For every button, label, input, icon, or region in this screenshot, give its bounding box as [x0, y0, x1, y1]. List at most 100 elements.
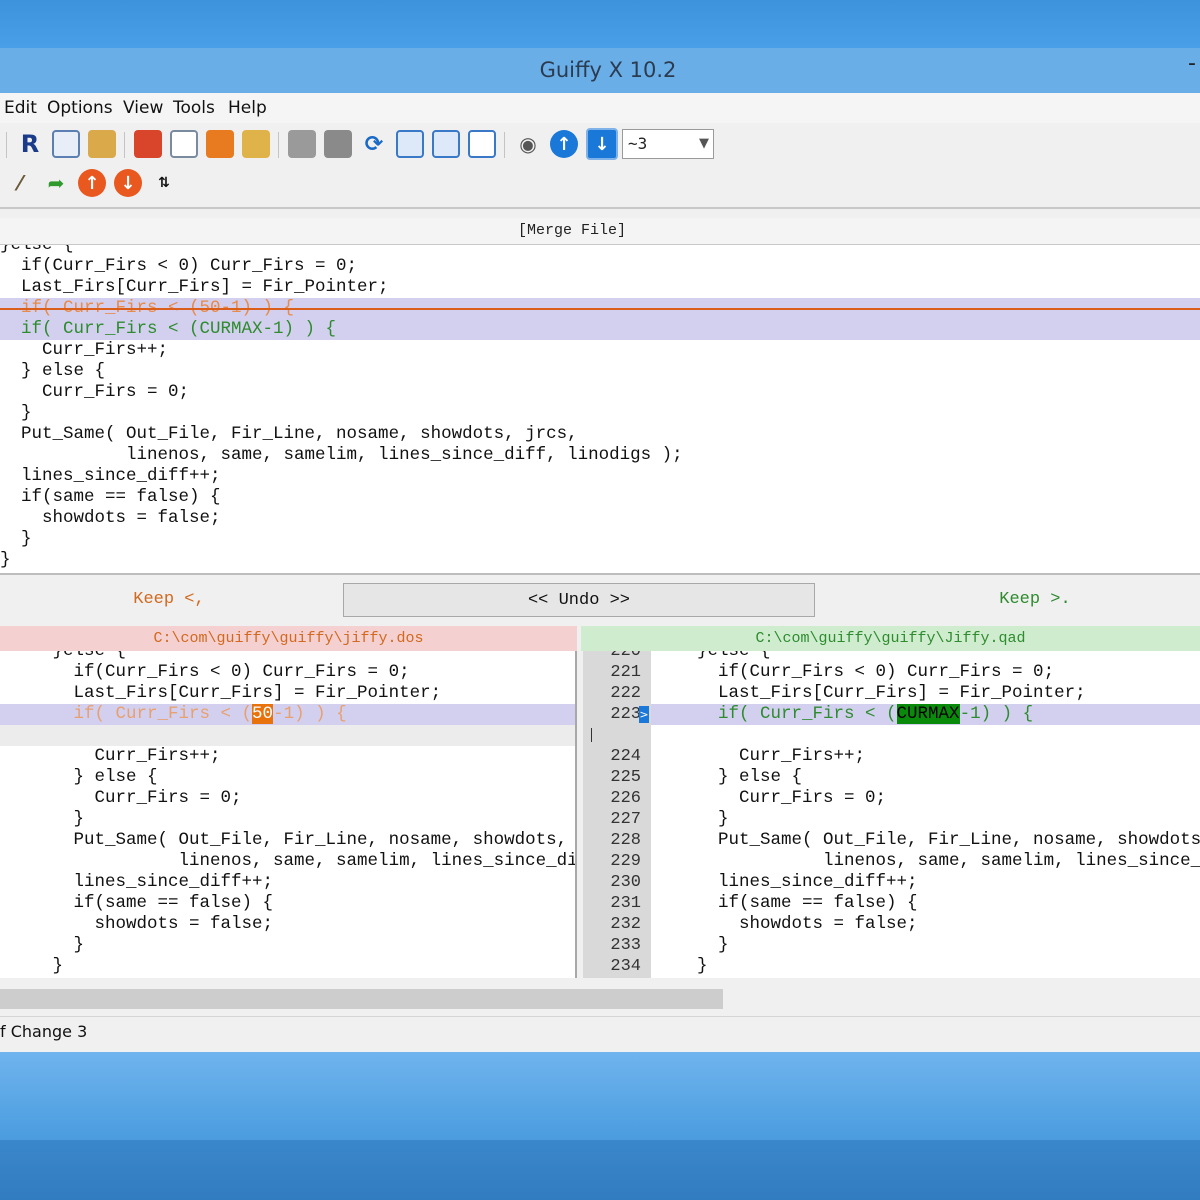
- right-changed-line: if( Curr_Firs < (CURMAX-1) ) {: [651, 704, 1200, 725]
- code-line: Curr_Firs = 0;: [0, 788, 242, 808]
- merged-change-line: if( Curr_Firs < (CURMAX-1) ) {: [0, 319, 1200, 340]
- code-line: }: [0, 809, 85, 829]
- minimize-button[interactable]: -: [1188, 53, 1200, 76]
- code-line: Curr_Firs = 0;: [0, 382, 190, 402]
- toolbar-separator: [6, 132, 7, 158]
- code-line: if(Curr_Firs < 0) Curr_Firs = 0;: [655, 662, 1055, 682]
- next-change-icon[interactable]: [324, 130, 352, 158]
- taskbar: [0, 1140, 1200, 1200]
- code-line: linenos, same, samelim, lines_since_diff: [655, 851, 1200, 871]
- merge-action-bar: Keep <, << Undo >> Keep >.: [0, 578, 1200, 618]
- change-suffix: -1) ) {: [273, 704, 347, 724]
- code-line: lines_since_diff++;: [0, 872, 274, 892]
- menu-help[interactable]: Help: [228, 93, 267, 123]
- folder-compare-icon[interactable]: [242, 130, 270, 158]
- status-text: f Change 3: [0, 1022, 88, 1041]
- sort-icon[interactable]: ⇅: [150, 169, 178, 197]
- merge-file-header: [Merge File]: [0, 218, 1200, 245]
- code-line: }: [0, 550, 11, 570]
- line-number: 222: [610, 684, 641, 703]
- code-line: lines_since_diff++;: [0, 466, 221, 486]
- down-circle-icon[interactable]: ↓: [114, 169, 142, 197]
- copy-icon[interactable]: [52, 130, 80, 158]
- code-line: Put_Same( Out_File, Fir_Line, nosame, sh…: [655, 830, 1200, 850]
- layout-vertical-icon[interactable]: [396, 130, 424, 158]
- current-change-marker-icon: >: [639, 706, 649, 723]
- code-line: if(same == false) {: [0, 893, 274, 913]
- code-line: }: [0, 529, 32, 549]
- layout-single-icon[interactable]: [468, 130, 496, 158]
- window-title: Guiffy X 10.2: [539, 58, 677, 82]
- right-file-pane[interactable]: 220 221 222 223 > 224 225 226 227 228 22…: [583, 651, 1200, 978]
- line-number: 231: [610, 894, 641, 913]
- open-file-icon[interactable]: [134, 130, 162, 158]
- code-line: }: [0, 935, 85, 955]
- code-line: }: [655, 935, 729, 955]
- menu-view[interactable]: View: [123, 93, 163, 123]
- line-number: 230: [610, 873, 641, 892]
- status-bar: f Change 3: [0, 1016, 1200, 1047]
- menu-edit[interactable]: Edit: [4, 93, 37, 123]
- merge-editor[interactable]: }else { if(Curr_Firs < 0) Curr_Firs = 0;…: [0, 245, 1200, 575]
- code-line: }: [0, 403, 32, 423]
- view-file-icon[interactable]: [170, 130, 198, 158]
- redo-r-icon[interactable]: R: [16, 130, 44, 158]
- line-number: 223: [610, 705, 641, 724]
- line-number: 227: [610, 810, 641, 829]
- code-line: }: [655, 809, 729, 829]
- clean-brush-icon[interactable]: ⁄: [6, 169, 34, 197]
- desktop-background: [0, 0, 1200, 48]
- scrollbar-thumb[interactable]: [0, 989, 723, 1009]
- change-suffix: -1) ) {: [959, 704, 1034, 724]
- code-line: Last_Firs[Curr_Firs] = Fir_Pointer;: [0, 683, 442, 703]
- line-number: 229: [610, 852, 641, 871]
- code-line: Put_Same( Out_File, Fir_Line, nosame, sh…: [0, 830, 568, 850]
- code-line: Curr_Firs++;: [0, 746, 221, 766]
- down-icon[interactable]: ↓: [586, 128, 618, 160]
- code-line: } else {: [655, 767, 803, 787]
- up-circle-icon[interactable]: ↑: [78, 169, 106, 197]
- refresh-icon[interactable]: ⟳: [360, 130, 388, 158]
- merge-file-title: [Merge File]: [517, 222, 627, 239]
- line-number: 233: [610, 936, 641, 955]
- menu-bar: Edit Options View Tools Help: [0, 93, 1200, 123]
- paste-icon[interactable]: [88, 130, 116, 158]
- line-number: 234: [610, 957, 641, 976]
- code-line: } else {: [0, 767, 158, 787]
- code-line: Last_Firs[Curr_Firs] = Fir_Pointer;: [0, 277, 389, 297]
- code-line: }else {: [0, 651, 127, 661]
- context-lines-value: ~3: [628, 134, 648, 153]
- previous-change-icon[interactable]: [288, 130, 316, 158]
- changed-token: CURMAX: [896, 704, 960, 724]
- undo-button[interactable]: << Undo >>: [343, 583, 815, 617]
- menu-tools[interactable]: Tools: [173, 93, 215, 123]
- chevron-down-icon[interactable]: ▼: [699, 130, 709, 158]
- folder-open-icon[interactable]: [206, 130, 234, 158]
- strikethrough-marker: [0, 308, 1200, 310]
- code-line: if(Curr_Firs < 0) Curr_Firs = 0;: [0, 256, 358, 276]
- go-arrow-icon[interactable]: ➦: [42, 169, 70, 197]
- code-line: Curr_Firs++;: [0, 340, 169, 360]
- code-line: if(same == false) {: [0, 487, 221, 507]
- line-number: 220: [610, 651, 641, 661]
- keep-right-button[interactable]: Keep >.: [820, 583, 1200, 617]
- line-number: 228: [610, 831, 641, 850]
- context-lines-select[interactable]: ~3 ▼: [622, 129, 714, 159]
- toolbar: R ⟳ ◉ ↑ ↓ ~3 ▼ ⁄ ➦ ↑ ↓ ⇅: [0, 123, 1200, 209]
- code-line: }: [655, 956, 708, 976]
- code-line: Curr_Firs = 0;: [655, 788, 887, 808]
- code-line: } else {: [0, 361, 106, 381]
- right-file-path: C:\com\guiffy\guiffy\Jiffy.qad: [581, 626, 1200, 651]
- hide-icon[interactable]: ◉: [514, 130, 542, 158]
- blank-line: [0, 725, 575, 746]
- code-line: Put_Same( Out_File, Fir_Line, nosame, sh…: [0, 424, 578, 444]
- up-icon[interactable]: ↑: [550, 130, 578, 158]
- title-bar[interactable]: Guiffy X 10.2 -: [0, 48, 1200, 93]
- layout-horizontal-icon[interactable]: [432, 130, 460, 158]
- menu-options[interactable]: Options: [47, 93, 113, 123]
- line-number: 224: [610, 747, 641, 766]
- left-file-pane[interactable]: }else { if(Curr_Firs < 0) Curr_Firs = 0;…: [0, 651, 577, 978]
- change-prefix: if( Curr_Firs < (: [655, 704, 897, 724]
- keep-left-button[interactable]: Keep <,: [0, 583, 338, 617]
- code-line: if(Curr_Firs < 0) Curr_Firs = 0;: [0, 662, 410, 682]
